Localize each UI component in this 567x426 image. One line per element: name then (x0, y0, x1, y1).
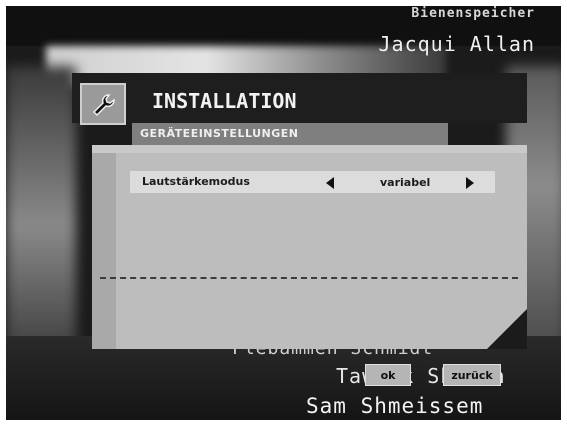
dialog-header: INSTALLATION (72, 73, 527, 125)
setting-label: Lautstärkemodus (142, 175, 250, 188)
setting-value: variabel (380, 176, 431, 189)
section-heading-label: GERÄTEEINSTELLUNGEN (140, 127, 299, 140)
arrow-left-icon[interactable] (326, 177, 334, 189)
installation-dialog: INSTALLATION GERÄTEEINSTELLUNGEN Lautstä… (72, 73, 527, 349)
video-credit-line-3: Sam Shmeissem (306, 394, 484, 418)
dialog-body: Lautstärkemodus variabel (92, 145, 527, 349)
video-credit-name: Jacqui Allan (378, 32, 535, 56)
back-button[interactable]: zurück (443, 364, 501, 386)
section-heading: GERÄTEEINSTELLUNGEN (132, 123, 448, 145)
wrench-icon (80, 83, 126, 125)
tv-frame: Bienenspeicher Jacqui Allan Flebammen Sc… (6, 6, 561, 420)
video-credit-small: Bienenspeicher (411, 6, 535, 21)
volume-mode-setting[interactable]: Lautstärkemodus variabel (130, 171, 495, 193)
screen: Bienenspeicher Jacqui Allan Flebammen Sc… (0, 0, 567, 426)
corner-cut (487, 309, 527, 349)
ok-button[interactable]: ok (365, 364, 411, 386)
divider (100, 277, 518, 279)
body-left-strip (92, 145, 116, 349)
dialog-title: INSTALLATION (152, 89, 297, 113)
body-top-strip (92, 145, 527, 153)
arrow-right-icon[interactable] (466, 177, 474, 189)
